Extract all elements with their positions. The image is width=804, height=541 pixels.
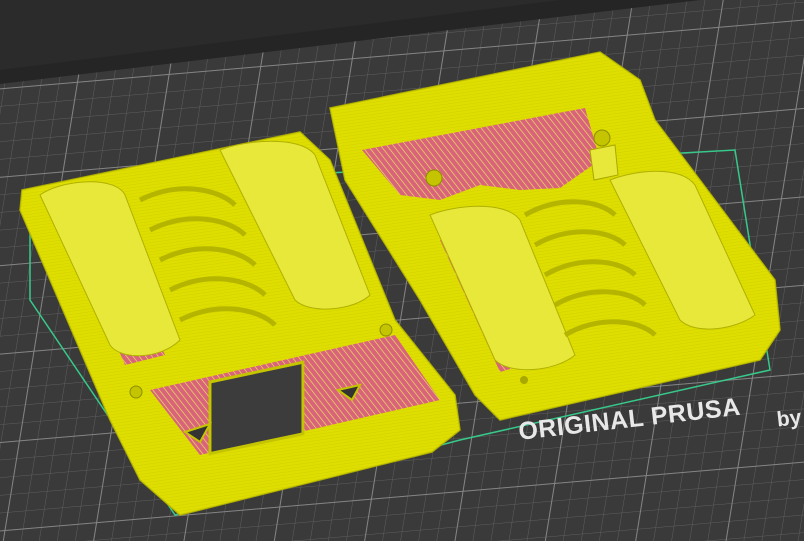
bed-brand-name: ORIGINAL PRUSA xyxy=(517,392,742,446)
bed-brand-suffix: by xyxy=(775,405,803,432)
3d-viewport[interactable]: ORIGINAL PRUSA by xyxy=(0,0,804,541)
bed-brand-label: ORIGINAL PRUSA by xyxy=(517,384,804,447)
